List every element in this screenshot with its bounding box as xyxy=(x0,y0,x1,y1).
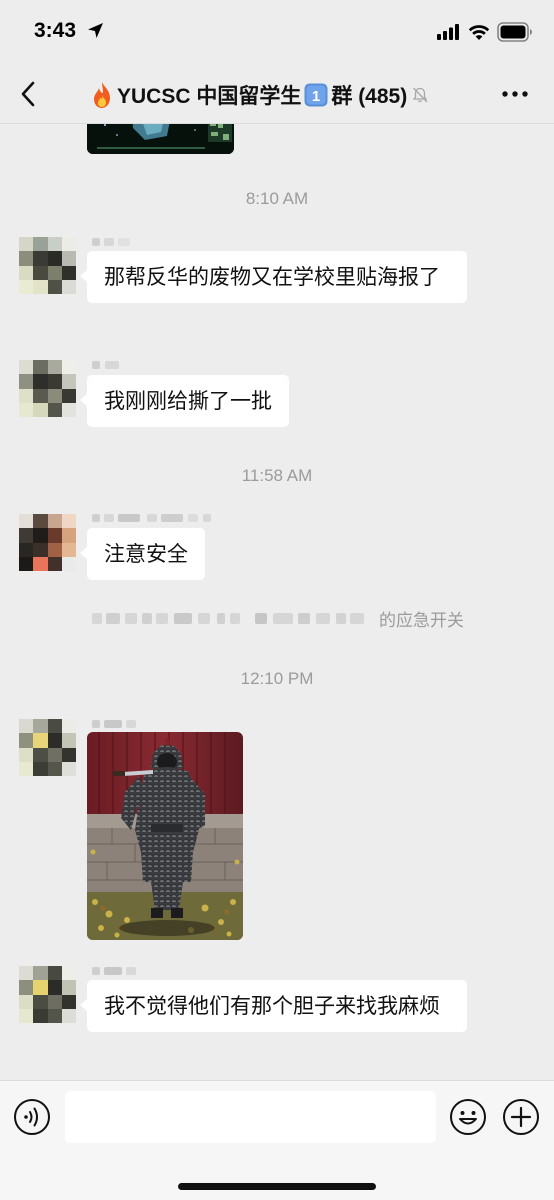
battery-icon xyxy=(497,22,532,42)
home-indicator[interactable] xyxy=(178,1183,376,1190)
timestamp: 12:10 PM xyxy=(240,669,314,688)
avatar[interactable] xyxy=(19,966,76,1023)
chat-screen: 3:43 YUCSC 中国留学生 1 群 (485) 8:10 AM 那帮反华的… xyxy=(0,0,554,1200)
emoji-icon[interactable] xyxy=(449,1098,487,1136)
image-message-armor-figure[interactable] xyxy=(87,732,243,940)
fire-emoji-icon xyxy=(94,82,110,108)
voice-icon[interactable] xyxy=(13,1098,51,1136)
armor-figure-image xyxy=(87,732,243,940)
message-bubble[interactable]: 我不觉得他们有那个胆子来找我麻烦 xyxy=(80,980,467,1032)
avatar[interactable] xyxy=(19,719,76,776)
avatar[interactable] xyxy=(19,360,76,417)
plus-icon[interactable] xyxy=(502,1098,540,1136)
sender-name-redacted xyxy=(92,358,132,372)
location-arrow-icon xyxy=(88,23,103,38)
more-dots-icon[interactable] xyxy=(501,90,529,98)
timestamp: 11:58 AM xyxy=(241,466,313,485)
message-bubble[interactable]: 注意安全 xyxy=(80,528,205,580)
avatar[interactable] xyxy=(19,514,76,571)
chat-title-suffix: 群 (485) xyxy=(331,85,408,108)
sender-name-redacted xyxy=(92,511,222,525)
keycap-one-digit: 1 xyxy=(312,88,320,105)
chat-title[interactable]: YUCSC 中国留学生 1 群 (485) xyxy=(90,81,429,109)
status-time: 3:43 xyxy=(34,19,77,42)
system-notice-text: 的应急开关 xyxy=(379,611,464,631)
input-bar xyxy=(0,1080,554,1200)
message-input[interactable] xyxy=(65,1091,436,1143)
sender-name-redacted xyxy=(92,964,142,978)
wifi-icon xyxy=(468,25,490,40)
keycap-one-icon: 1 xyxy=(304,83,328,107)
cellular-signal-icon xyxy=(437,24,459,40)
bell-mute-icon xyxy=(412,87,428,103)
sender-name-redacted xyxy=(92,235,137,249)
system-notice: 的应急开关 xyxy=(92,604,492,632)
chevron-left-icon[interactable] xyxy=(18,80,40,108)
timestamp: 8:10 AM xyxy=(245,189,309,208)
status-bar: 3:43 xyxy=(0,0,554,62)
avatar[interactable] xyxy=(19,237,76,294)
message-bubble[interactable]: 我刚刚给撕了一批 xyxy=(80,375,289,427)
nav-bar: YUCSC 中国留学生 1 群 (485) xyxy=(0,62,554,124)
chat-title-prefix: YUCSC 中国留学生 xyxy=(117,85,302,108)
message-bubble[interactable]: 那帮反华的废物又在学校里贴海报了 xyxy=(80,251,467,303)
sender-name-redacted xyxy=(92,717,142,731)
